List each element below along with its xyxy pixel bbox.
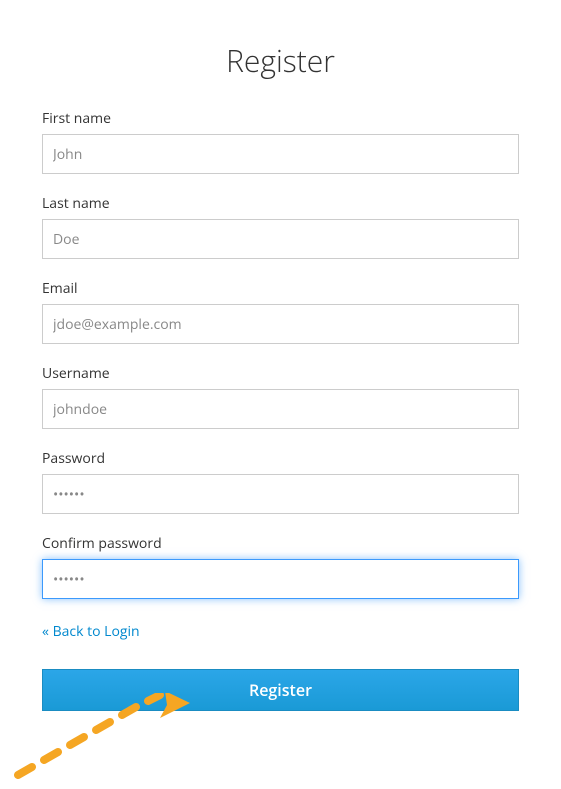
confirm-password-input[interactable] <box>42 559 519 599</box>
confirm-password-label: Confirm password <box>42 534 519 553</box>
register-button[interactable]: Register <box>42 669 519 711</box>
confirm-password-group: Confirm password <box>42 534 519 599</box>
first-name-input[interactable] <box>42 134 519 174</box>
password-group: Password <box>42 449 519 514</box>
register-form-container: Register First name Last name Email User… <box>0 0 561 711</box>
last-name-input[interactable] <box>42 219 519 259</box>
password-input[interactable] <box>42 474 519 514</box>
last-name-label: Last name <box>42 194 519 213</box>
username-input[interactable] <box>42 389 519 429</box>
back-to-login-link[interactable]: « Back to Login <box>42 622 140 641</box>
email-input[interactable] <box>42 304 519 344</box>
username-group: Username <box>42 364 519 429</box>
first-name-group: First name <box>42 109 519 174</box>
last-name-group: Last name <box>42 194 519 259</box>
email-label: Email <box>42 279 519 298</box>
email-group: Email <box>42 279 519 344</box>
username-label: Username <box>42 364 519 383</box>
password-label: Password <box>42 449 519 468</box>
first-name-label: First name <box>42 109 519 128</box>
page-title: Register <box>42 40 519 81</box>
